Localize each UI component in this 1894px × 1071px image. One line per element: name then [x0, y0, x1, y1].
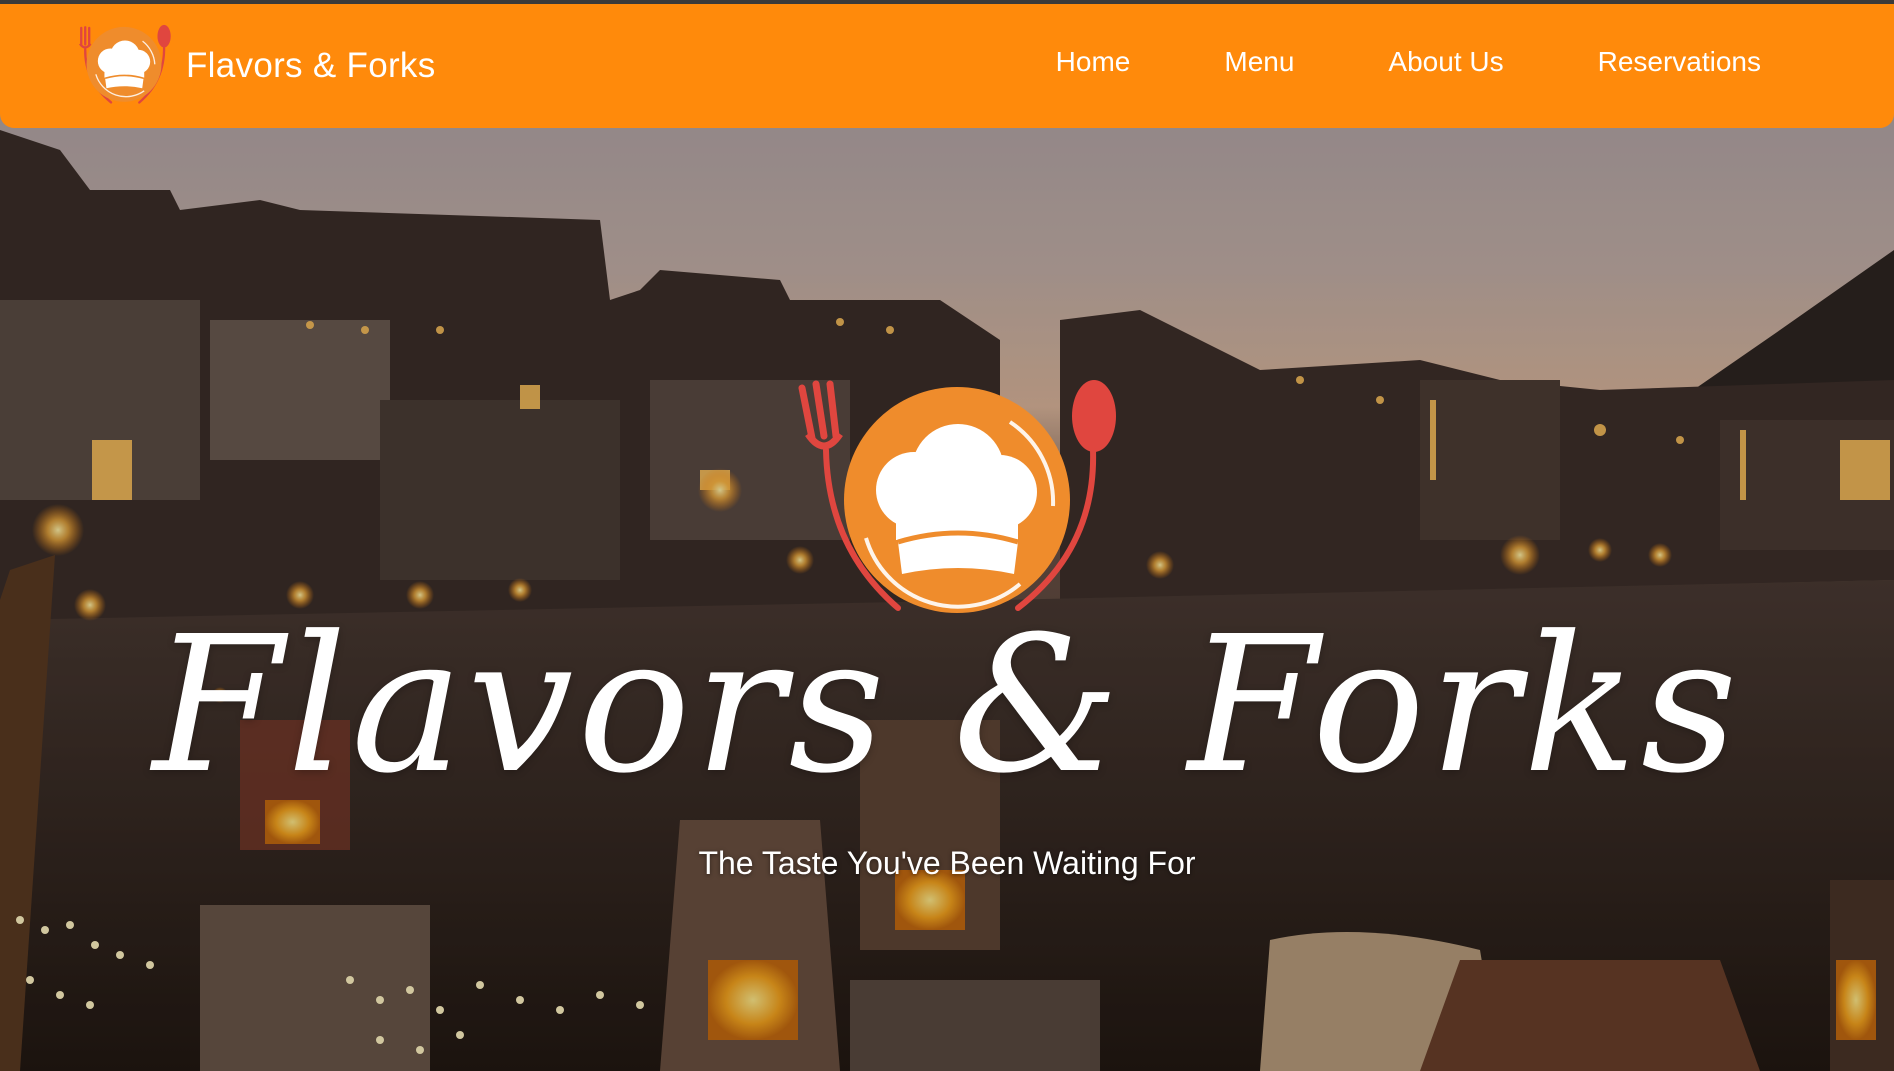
brand-name: Flavors & Forks [186, 46, 436, 85]
nav-link-reservations[interactable]: Reservations [1598, 46, 1761, 78]
hero-logo-icon [798, 380, 1116, 613]
navbar: Flavors & Forks Home Menu About Us Reser… [0, 4, 1894, 128]
nav-link-about-us[interactable]: About Us [1388, 46, 1503, 78]
brand-logo-icon [78, 24, 171, 104]
nav-links: Home Menu About Us Reservations [1056, 46, 1761, 78]
nav-link-menu[interactable]: Menu [1224, 46, 1294, 78]
nav-link-home[interactable]: Home [1056, 46, 1131, 78]
brand-home-link[interactable]: Flavors & Forks [68, 24, 436, 108]
page: Flavors & Forks Home Menu About Us Reser… [0, 0, 1894, 1071]
hero-subtitle: The Taste You've Been Waiting For [698, 845, 1196, 881]
hero-title: Flavors & Forks [152, 596, 1742, 815]
